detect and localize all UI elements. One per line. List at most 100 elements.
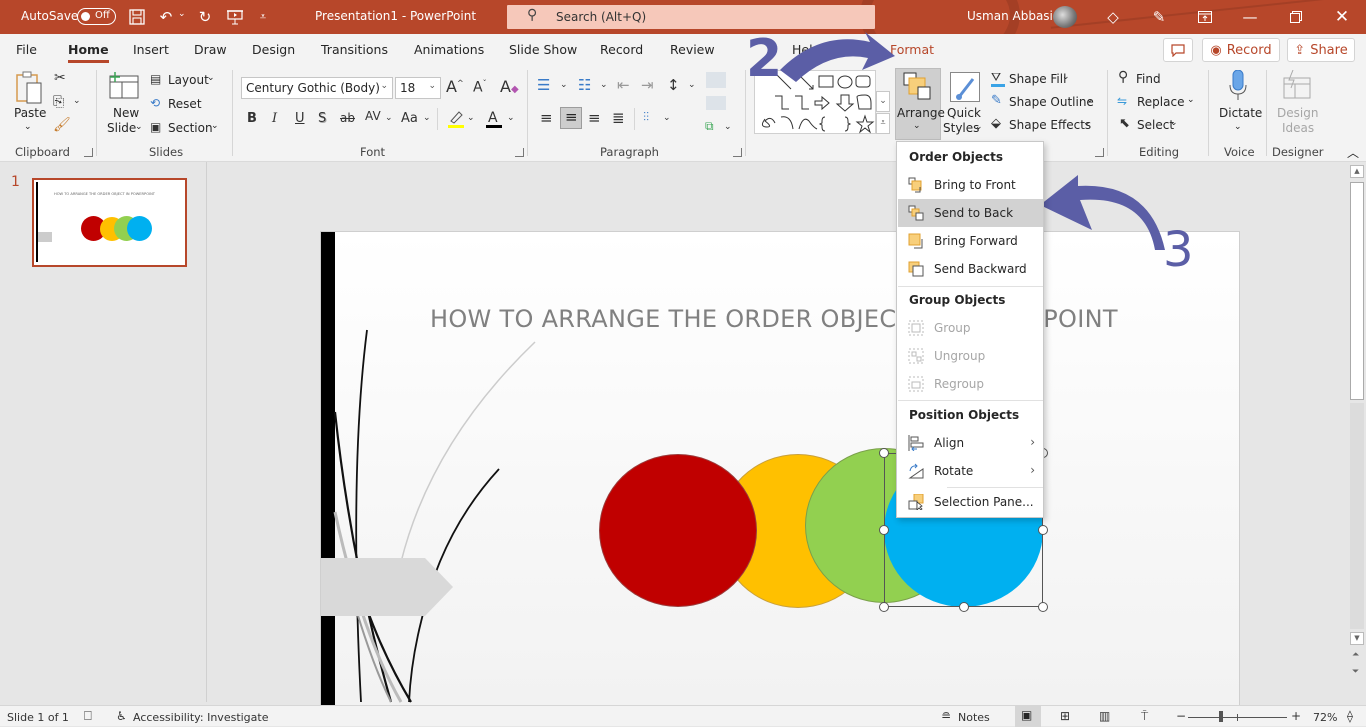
share-button[interactable]: ⇪ Share	[1287, 38, 1355, 62]
tab-slide-show[interactable]: Slide Show	[509, 42, 577, 57]
bullets-dropdown-icon[interactable]: ⌄	[560, 80, 568, 90]
drawing-launcher-icon[interactable]	[1095, 148, 1104, 157]
shape-effects-button[interactable]: Shape Effects	[1009, 118, 1091, 132]
text-shadow-button[interactable]: S	[318, 111, 326, 126]
line-spacing-dropdown-icon[interactable]: ⌄	[688, 80, 696, 90]
gallery-expand[interactable]: ⩡	[876, 113, 890, 134]
slide-show-icon[interactable]: ⍑	[1141, 709, 1148, 724]
quick-styles-icon[interactable]	[950, 72, 980, 102]
next-slide-icon[interactable]: ⏷	[1352, 667, 1359, 677]
ribbon-display-options-icon[interactable]	[1194, 6, 1216, 28]
copy-icon[interactable]: ⎘	[53, 94, 64, 110]
paste-icon[interactable]	[15, 71, 45, 107]
bullets-icon[interactable]: ☰	[537, 76, 550, 94]
tab-review[interactable]: Review	[670, 42, 715, 57]
tab-home[interactable]: Home	[68, 42, 109, 63]
quick-styles-button[interactable]: Styles	[943, 121, 979, 135]
smartart-icon[interactable]: ⧉	[705, 119, 714, 134]
zoom-out-button[interactable]: −	[1176, 709, 1186, 723]
copy-dropdown-icon[interactable]: ⌄	[73, 96, 81, 106]
minimize-icon[interactable]: —	[1239, 6, 1261, 28]
tab-insert[interactable]: Insert	[133, 42, 169, 57]
slide-thumbnail-1[interactable]: HOW TO ARRANGE THE ORDER OBJECT IN POWER…	[32, 178, 187, 267]
font-name-dropdown-icon[interactable]: ⌄	[380, 81, 388, 91]
zoom-slider-thumb[interactable]	[1219, 711, 1223, 722]
numbering-icon[interactable]: ☷	[578, 76, 591, 94]
numbering-dropdown-icon[interactable]: ⌄	[600, 80, 608, 90]
underline-button[interactable]: U	[295, 111, 305, 126]
selection-pane-item[interactable]: Selection Pane...	[898, 488, 1043, 516]
decrease-indent-icon[interactable]: ⇤	[617, 76, 630, 94]
paste-button[interactable]: Paste	[14, 106, 46, 120]
previous-slide-icon[interactable]: ⏶	[1352, 650, 1359, 660]
align-text-icon[interactable]	[706, 96, 726, 110]
font-launcher-icon[interactable]	[515, 148, 524, 157]
highlight-color-icon[interactable]	[447, 109, 465, 129]
select-dropdown-icon[interactable]: ⌄	[1170, 118, 1178, 128]
decrease-font-size-icon[interactable]: Aˇ	[473, 79, 487, 96]
tab-record[interactable]: Record	[600, 42, 643, 57]
select-cursor-icon[interactable]: ⬉	[1119, 116, 1130, 131]
dictate-dropdown-icon[interactable]: ⌄	[1234, 122, 1242, 132]
increase-font-size-icon[interactable]: A^	[446, 77, 464, 96]
slide-sorter-icon[interactable]: ⊞	[1060, 709, 1070, 723]
shape-outline-dropdown-icon[interactable]: ⌄	[1086, 95, 1094, 105]
search-box[interactable]: ⚲ Search (Alt+Q)	[507, 5, 875, 29]
layout-dropdown-icon[interactable]: ⌄	[207, 73, 215, 83]
smartart-dropdown-icon[interactable]: ⌄	[724, 122, 732, 132]
align-right-icon[interactable]: ≡	[588, 109, 601, 127]
align-left-icon[interactable]: ≡	[540, 109, 553, 127]
align-item[interactable]: Align ›	[898, 429, 1043, 457]
font-size-combobox[interactable]: 18 ⌄	[395, 77, 441, 99]
columns-icon[interactable]: ⫶⫶	[643, 110, 649, 125]
scroll-thumb[interactable]	[1350, 182, 1364, 400]
find-icon[interactable]: ⚲	[1118, 69, 1128, 85]
dictate-button[interactable]: Dictate	[1219, 106, 1262, 120]
line-spacing-icon[interactable]: ↕	[667, 76, 680, 94]
shape-effects-dropdown-icon[interactable]: ⌄	[1083, 118, 1091, 128]
font-color-icon[interactable]: A	[485, 108, 503, 130]
text-direction-icon[interactable]	[706, 72, 726, 88]
premium-diamond-icon[interactable]: ◇	[1102, 6, 1124, 28]
accessibility-icon[interactable]: ♿	[116, 709, 127, 723]
close-icon[interactable]: ✕	[1331, 6, 1353, 28]
zoom-level[interactable]: 72%	[1313, 711, 1337, 724]
reading-view-icon[interactable]: ▥	[1099, 709, 1110, 723]
resize-handle-right[interactable]	[1038, 525, 1048, 535]
normal-view-button[interactable]: ▣	[1015, 706, 1041, 727]
highlight-dropdown-icon[interactable]: ⌄	[467, 113, 475, 123]
justify-icon[interactable]: ≣	[612, 109, 625, 127]
shape-outline-icon[interactable]: ✎	[991, 93, 1002, 108]
layout-icon[interactable]: ▤	[150, 72, 161, 86]
reset-button[interactable]: Reset	[168, 97, 202, 111]
notes-button[interactable]: Notes	[958, 711, 990, 724]
resize-handle-top-left[interactable]	[879, 448, 889, 458]
quick-styles-dropdown-icon[interactable]: ⌄	[975, 122, 983, 132]
resize-handle-bottom-left[interactable]	[879, 602, 889, 612]
bring-forward-item[interactable]: Bring Forward	[898, 227, 1043, 255]
shape-effects-icon[interactable]: ⬙	[991, 116, 1001, 131]
section-dropdown-icon[interactable]: ⌄	[211, 121, 219, 131]
tab-transitions[interactable]: Transitions	[321, 42, 388, 57]
replace-dropdown-icon[interactable]: ⌄	[1187, 95, 1195, 105]
scroll-up-button[interactable]: ▲	[1350, 165, 1364, 178]
font-size-dropdown-icon[interactable]: ⌄	[428, 81, 436, 91]
record-button[interactable]: ◉ Record	[1202, 38, 1280, 62]
send-backward-item[interactable]: Send Backward	[898, 255, 1043, 283]
zoom-in-button[interactable]: +	[1291, 709, 1301, 723]
coauthoring-pen-icon[interactable]: ✎	[1148, 6, 1170, 28]
tab-design[interactable]: Design	[252, 42, 295, 57]
paragraph-launcher-icon[interactable]	[733, 148, 742, 157]
font-name-combobox[interactable]: Century Gothic (Body) ⌄	[241, 77, 393, 99]
bold-button[interactable]: B	[247, 111, 257, 126]
select-button[interactable]: Select	[1137, 118, 1174, 132]
user-name[interactable]: Usman Abbasi	[967, 9, 1053, 23]
font-color-dropdown-icon[interactable]: ⌄	[507, 113, 515, 123]
clipboard-launcher-icon[interactable]	[84, 148, 93, 157]
change-case-dropdown-icon[interactable]: ⌄	[423, 113, 431, 123]
fit-to-window-icon[interactable]: ⟠	[1347, 709, 1353, 723]
format-painter-icon[interactable]: 🖌	[53, 117, 71, 133]
paste-dropdown-icon[interactable]: ⌄	[24, 122, 32, 132]
shape-outline-button[interactable]: Shape Outline	[1009, 95, 1094, 109]
strikethrough-button[interactable]: ab	[340, 111, 355, 125]
